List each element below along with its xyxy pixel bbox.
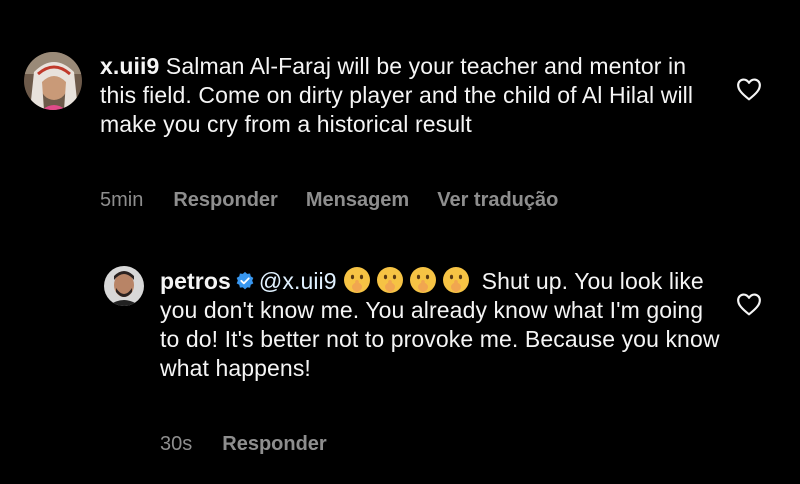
heart-outline-icon[interactable]	[736, 292, 762, 316]
shushing-face-icon	[344, 267, 371, 293]
shushing-face-icon	[377, 267, 404, 293]
reply-button[interactable]: Responder	[173, 189, 277, 211]
comment-body: x.uii9 Salman Al-Faraj will be your teac…	[100, 52, 710, 139]
comment-username[interactable]: x.uii9	[100, 53, 159, 79]
mention-link[interactable]: @x.uii9	[259, 268, 337, 294]
see-translation-button[interactable]: Ver tradução	[437, 189, 558, 211]
shushing-face-icon	[410, 267, 437, 293]
verified-badge-icon	[236, 271, 254, 290]
heart-outline-icon[interactable]	[736, 77, 762, 101]
reply-button[interactable]: Responder	[222, 433, 326, 455]
shushing-face-icon	[443, 267, 470, 293]
comment-text: Salman Al-Faraj will be your teacher and…	[100, 53, 694, 137]
message-button[interactable]: Mensagem	[306, 189, 409, 211]
avatar[interactable]	[104, 266, 144, 306]
avatar[interactable]	[24, 52, 82, 110]
comment-body: petros @x.uii9 Shut up. You look like yo…	[160, 266, 720, 383]
comment-timestamp: 5min	[100, 189, 144, 211]
comment-username[interactable]: petros	[160, 268, 231, 294]
comment-meta: 30s Responder	[160, 433, 355, 456]
comment-timestamp: 30s	[160, 433, 193, 455]
comment-meta: 5min Responder Mensagem Ver tradução	[100, 189, 586, 212]
